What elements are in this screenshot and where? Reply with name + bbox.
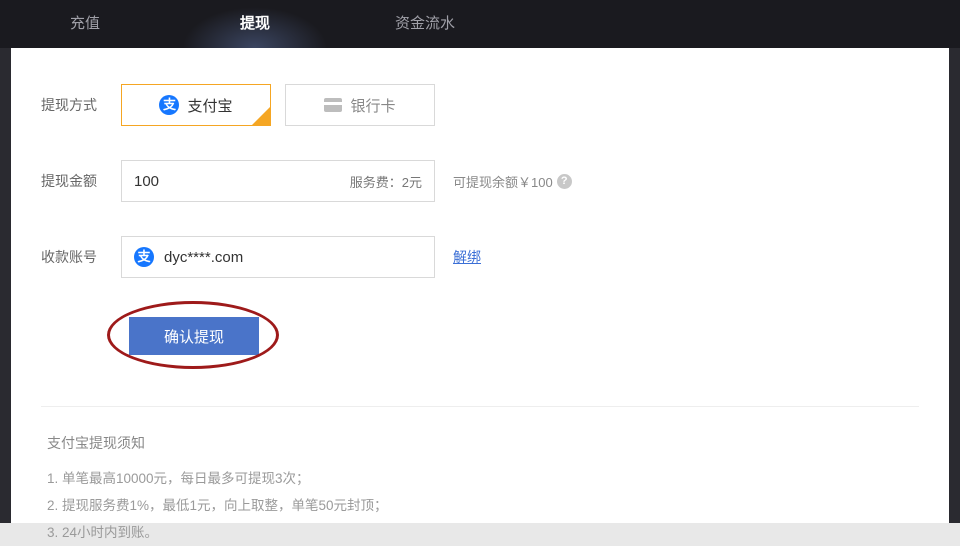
notice-line-3: 3. 24小时内到账。 — [47, 519, 913, 546]
notice-line-2: 2. 提现服务费1%，最低1元，向上取整，单笔50元封顶； — [47, 492, 913, 519]
unbind-link[interactable]: 解绑 — [453, 247, 481, 267]
label-amount: 提现金额 — [41, 171, 121, 191]
account-value: dyc****.com — [164, 249, 243, 266]
help-icon[interactable]: ? — [557, 174, 572, 189]
row-amount: 提现金额 服务费：2元 可提现余额￥100 ? — [41, 160, 919, 202]
page-root: 充值 提现 资金流水 提现方式 支 支付宝 银行卡 提现金额 服务费：2元 — [0, 0, 960, 523]
submit-area: 确认提现 — [121, 306, 919, 366]
method-group: 支 支付宝 银行卡 — [121, 84, 435, 126]
balance-text: 可提现余额￥100 — [453, 172, 553, 191]
nav-tabs: 充值 提现 资金流水 — [0, 0, 960, 48]
method-alipay-label: 支付宝 — [187, 95, 232, 116]
tab-withdraw[interactable]: 提现 — [170, 0, 340, 48]
tab-flow[interactable]: 资金流水 — [340, 0, 510, 48]
notice-title: 支付宝提现须知 — [47, 433, 913, 453]
balance-info: 可提现余额￥100 ? — [453, 172, 572, 191]
method-bank-label: 银行卡 — [350, 95, 395, 116]
alipay-account-icon: 支 — [134, 247, 154, 267]
confirm-withdraw-button[interactable]: 确认提现 — [129, 317, 259, 355]
tab-recharge[interactable]: 充值 — [0, 0, 170, 48]
account-box: 支 dyc****.com — [121, 236, 435, 278]
notice-line-1: 1. 单笔最高10000元，每日最多可提现3次； — [47, 465, 913, 492]
notice-block: 支付宝提现须知 1. 单笔最高10000元，每日最多可提现3次； 2. 提现服务… — [41, 406, 919, 546]
label-method: 提现方式 — [41, 95, 121, 115]
row-method: 提现方式 支 支付宝 银行卡 — [41, 84, 919, 126]
fee-text: 服务费：2元 — [350, 172, 422, 191]
withdraw-panel: 提现方式 支 支付宝 银行卡 提现金额 服务费：2元 可提现余额￥100 ? — [11, 48, 949, 523]
method-alipay[interactable]: 支 支付宝 — [121, 84, 271, 126]
bank-card-icon — [324, 98, 342, 112]
label-account: 收款账号 — [41, 247, 121, 267]
alipay-icon: 支 — [159, 95, 179, 115]
amount-input[interactable] — [134, 173, 294, 190]
method-bank[interactable]: 银行卡 — [285, 84, 435, 126]
row-account: 收款账号 支 dyc****.com 解绑 — [41, 236, 919, 278]
amount-box: 服务费：2元 — [121, 160, 435, 202]
